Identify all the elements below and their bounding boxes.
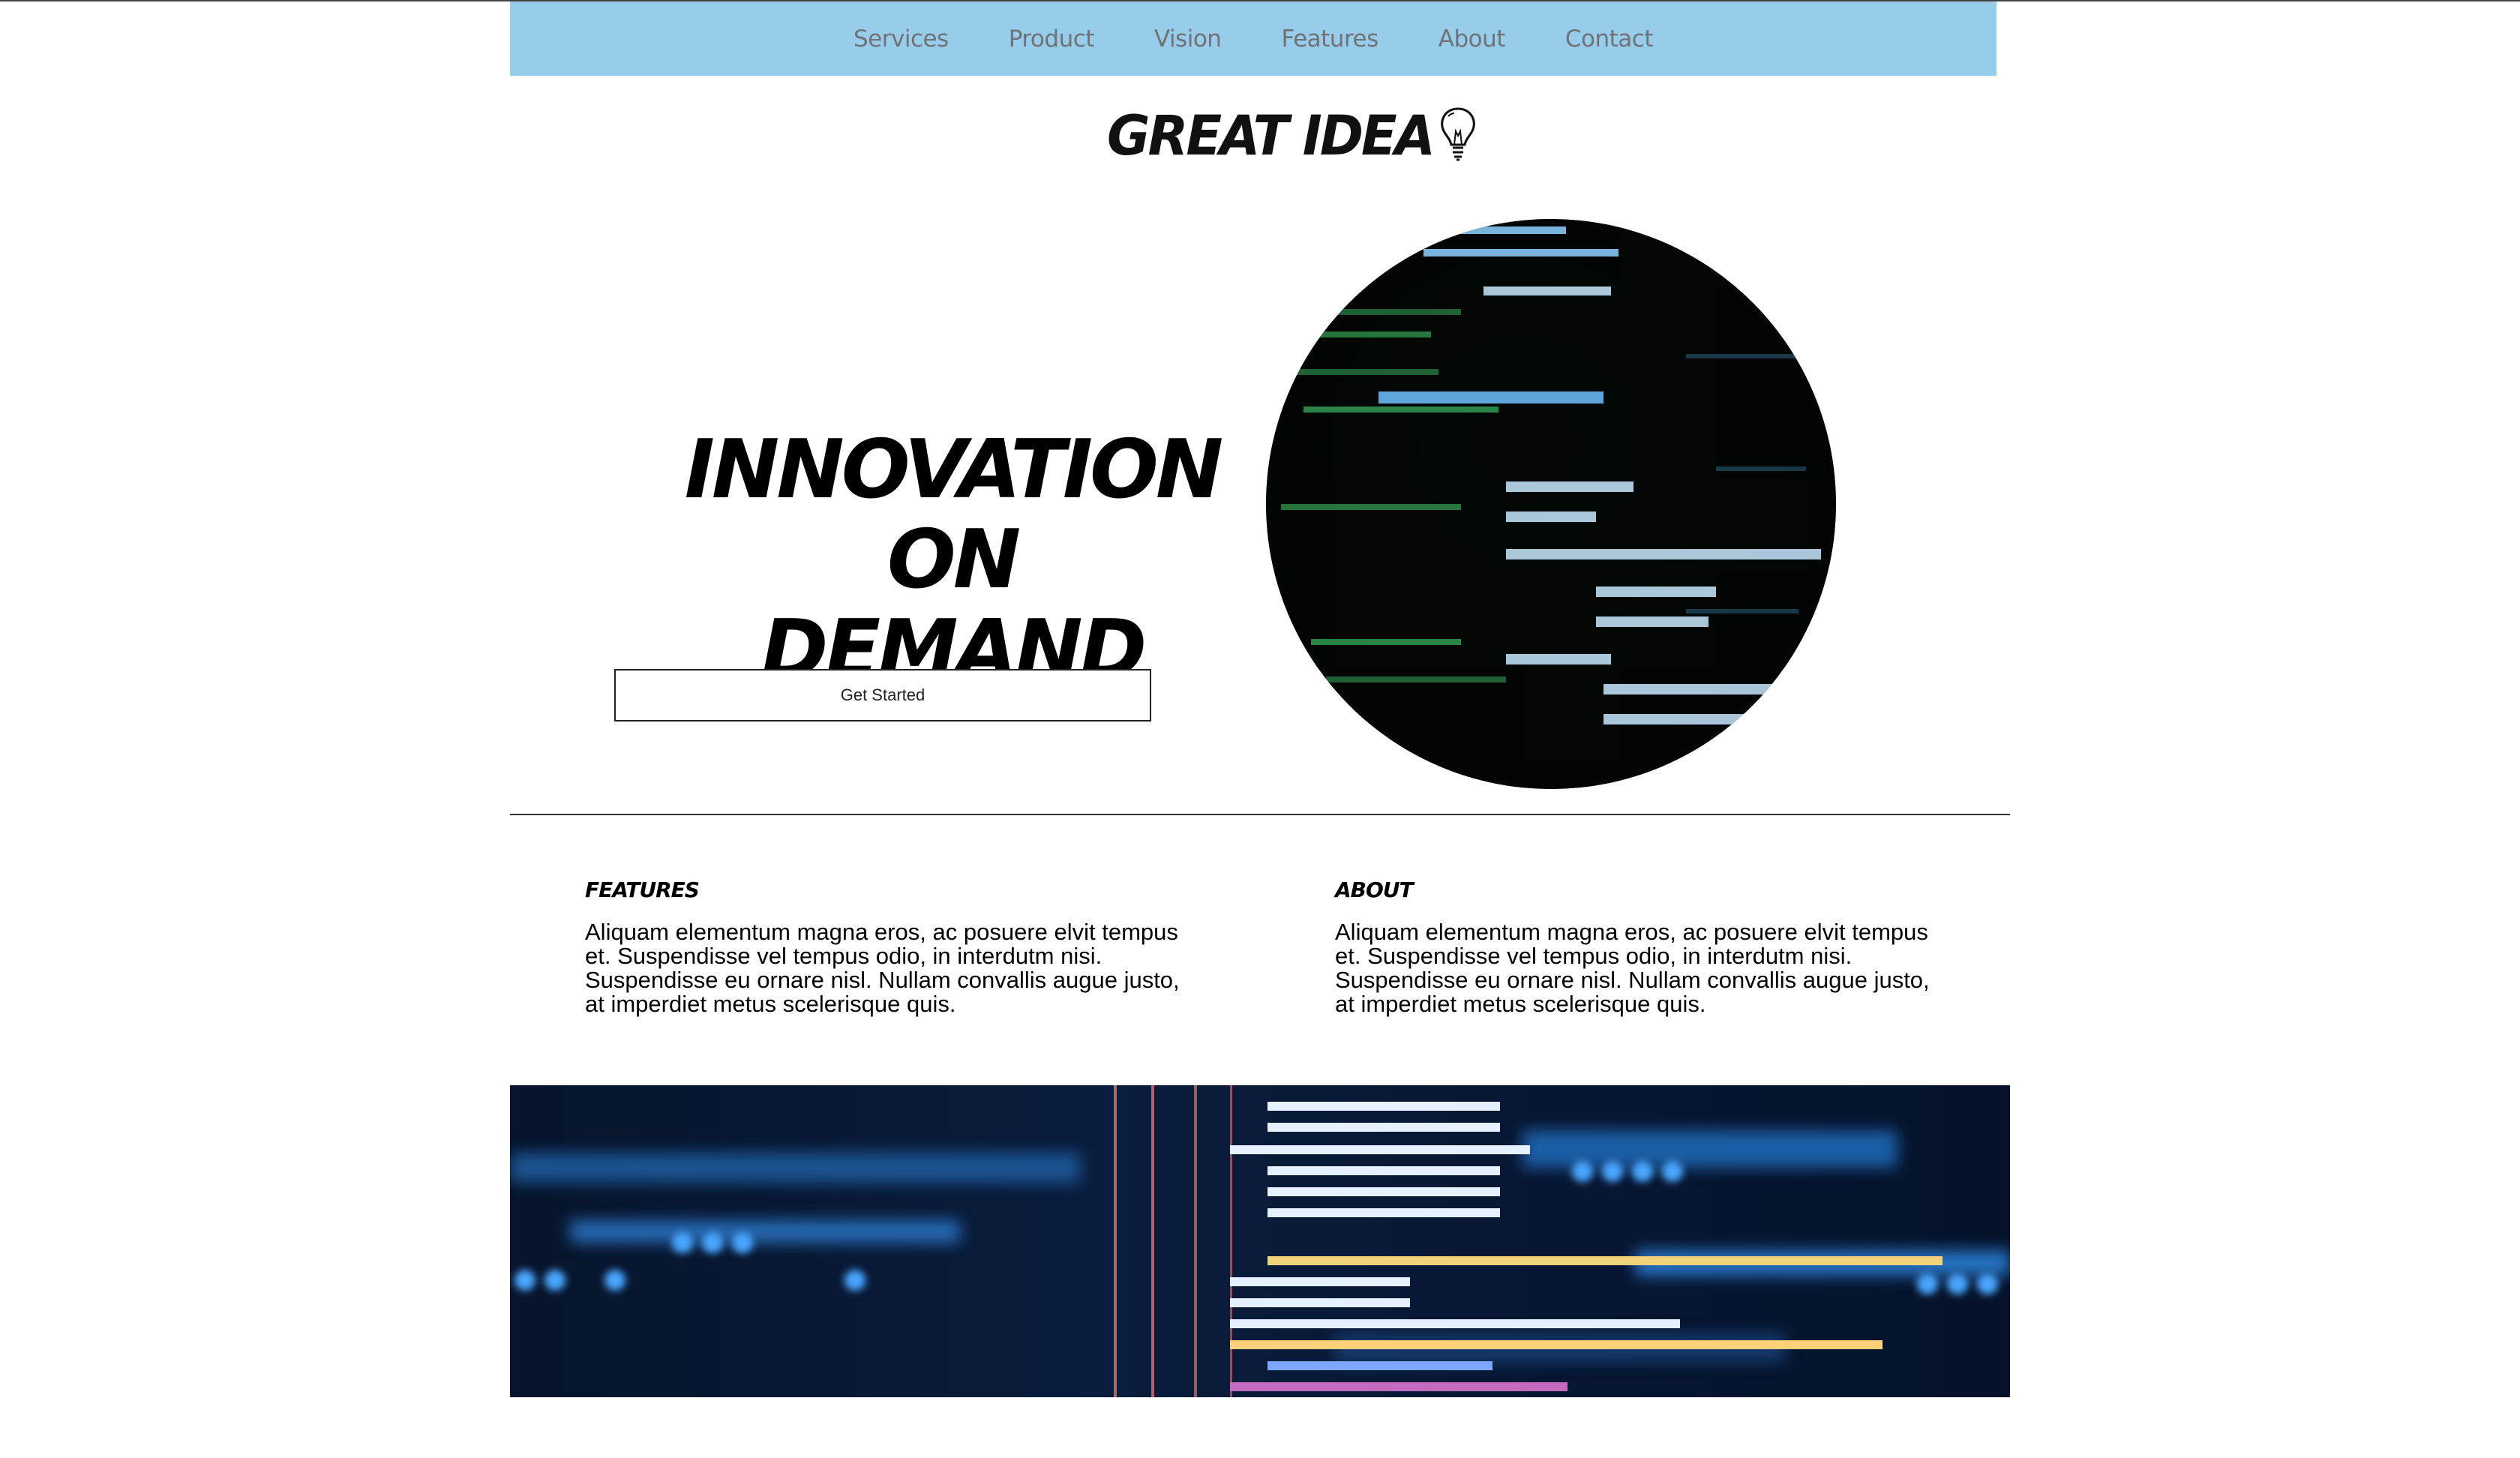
code-banner-graphic bbox=[510, 1085, 2010, 1397]
page: Services Product Vision Features About C… bbox=[510, 0, 2010, 1458]
code-screen-graphic bbox=[1266, 219, 1836, 789]
about-heading: ABOUT bbox=[1335, 878, 1414, 902]
hero-title-line: ON bbox=[886, 513, 1021, 608]
features-section: FEATURES Aliquam elementum magna eros, a… bbox=[585, 878, 1200, 1016]
lightbulb-icon bbox=[1441, 107, 1475, 161]
features-heading: FEATURES bbox=[585, 878, 700, 902]
features-body: Aliquam elementum magna eros, ac posuere… bbox=[585, 919, 1180, 1017]
nav-item-product[interactable]: Product bbox=[1009, 26, 1095, 52]
nav-item-services[interactable]: Services bbox=[854, 26, 949, 52]
nav-item-features[interactable]: Features bbox=[1281, 26, 1378, 52]
top-nav: Services Product Vision Features About C… bbox=[510, 2, 1996, 76]
nav-item-vision[interactable]: Vision bbox=[1154, 26, 1222, 52]
hero-title: INNOVATION ON DEMAND bbox=[645, 425, 1260, 695]
hero-title-line: INNOVATION bbox=[684, 423, 1223, 518]
nav-item-contact[interactable]: Contact bbox=[1565, 26, 1654, 52]
site-logo[interactable]: GREAT IDEA bbox=[1107, 102, 1481, 170]
get-started-button[interactable]: Get Started bbox=[614, 669, 1151, 722]
about-section: ABOUT Aliquam elementum magna eros, ac p… bbox=[1335, 878, 1950, 1016]
code-banner-image bbox=[510, 1085, 2010, 1397]
nav-item-about[interactable]: About bbox=[1438, 26, 1506, 52]
section-divider bbox=[510, 814, 2010, 815]
logo-text: GREAT IDEA bbox=[1107, 103, 1436, 169]
code-screen-circle-image bbox=[1266, 219, 1836, 789]
about-body: Aliquam elementum magna eros, ac posuere… bbox=[1335, 919, 1930, 1017]
